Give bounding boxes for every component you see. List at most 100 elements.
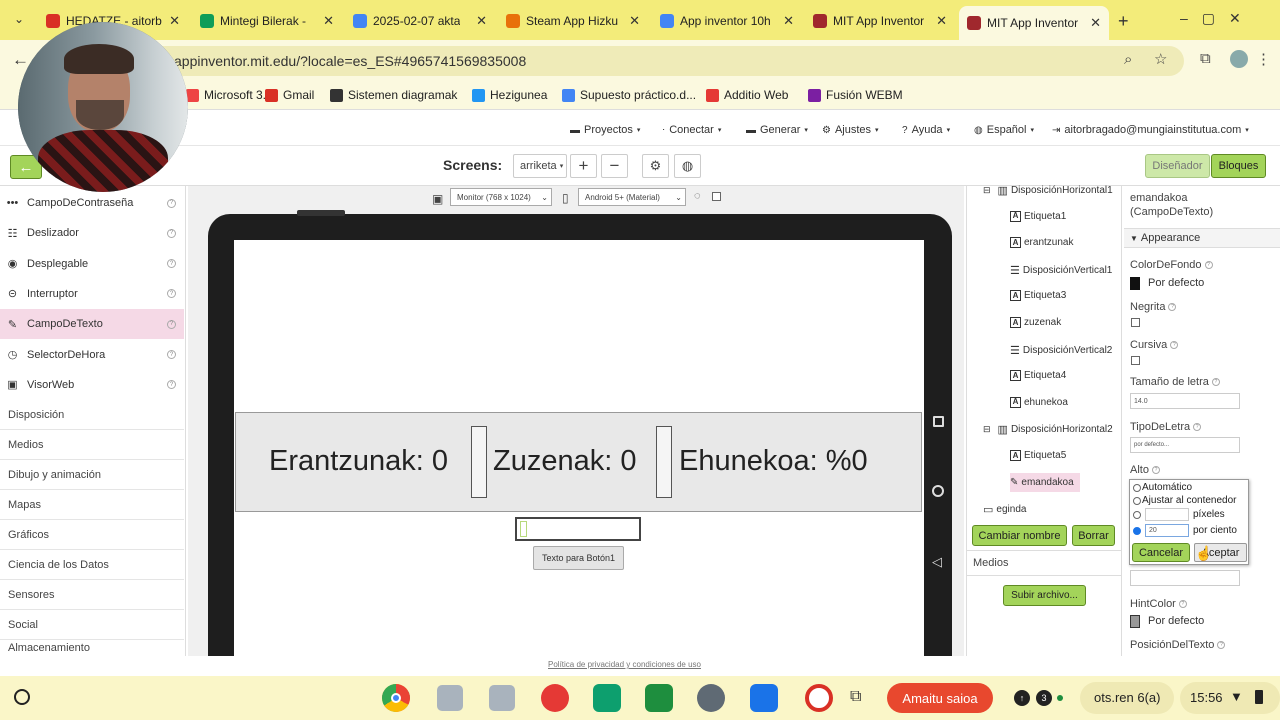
palette-category[interactable]: Medios [0,430,184,460]
menu-item[interactable]: ◍ Español ▾ [974,124,1034,136]
palette-item[interactable]: ⊝ Interruptor? [0,279,184,309]
slides-icon[interactable] [645,684,673,712]
help-icon[interactable]: ? [167,259,176,269]
bookmark-item[interactable]: Supuesto práctico.d... [562,88,696,102]
pixels-input[interactable] [1145,508,1189,521]
menu-item[interactable]: ⋅ Conectar ▾ [662,124,721,136]
close-tab-icon[interactable]: ✕ [783,13,794,29]
tree-item[interactable]: Azuzenak [1010,317,1061,328]
height-option-automatic[interactable]: Automático [1133,482,1192,493]
close-tab-icon[interactable]: ✕ [936,13,947,29]
help-icon[interactable]: ? [1217,641,1226,649]
menu-item[interactable]: ? Ayuda ▾ [902,124,950,136]
height-option-fill[interactable]: Ajustar al contenedor [1133,495,1237,506]
fontsize-input[interactable]: 14.0 [1130,393,1240,409]
bgcolor-swatch[interactable] [1130,277,1140,290]
browser-tab[interactable]: App inventor 10h ✕ [652,8,802,34]
app-window-icon[interactable] [437,685,463,711]
bookmark-item[interactable]: Hezigunea [472,88,547,102]
remove-screen-button[interactable]: − [601,154,628,178]
tree-item[interactable]: ⊟ ▥ DisposiciónHorizontal2 [983,423,1113,436]
upload-arrow-icon[interactable]: ↑ [1014,690,1030,706]
bookmark-item[interactable]: Sistemen diagramak [330,88,457,102]
menu-item[interactable]: ▬ Proyectos ▾ [570,124,640,136]
palette-app-icon[interactable] [541,684,569,712]
app-window-icon[interactable] [489,685,515,711]
bookmark-item[interactable]: Additio Web [706,88,788,102]
radio-selected[interactable] [1133,526,1141,535]
bold-checkbox[interactable] [1131,318,1140,327]
menu-kebab-icon[interactable]: ⋮ [1256,50,1271,68]
palette-category[interactable]: Almacenamiento [0,640,184,656]
show-hidden-checkbox[interactable] [712,192,721,201]
help-icon[interactable]: ? [1151,466,1160,474]
palette-item[interactable]: ◷ SelectorDeHora? [0,340,184,370]
height-option-pixels[interactable]: píxeles [1133,508,1225,521]
label-erantzunak[interactable]: Erantzunak: 0 [269,445,448,478]
help-icon[interactable]: ? [167,228,176,238]
palette-item[interactable]: ✎ CampoDeTexto? [0,309,184,340]
bookmark-item[interactable]: Fusión WEBM [808,88,903,102]
help-icon[interactable]: ? [167,380,176,390]
close-tab-icon[interactable]: ✕ [476,13,487,29]
globe-icon[interactable]: ◍ [674,154,701,178]
screen-select[interactable]: arriketa ▾ [513,154,567,178]
monitor-size-select[interactable]: Monitor (768 x 1024) ⌄ [450,188,552,206]
height-option-percent[interactable]: 20 por ciento [1133,524,1237,537]
address-bar[interactable]: appinventor.mit.edu/?locale=es_ES#496574… [150,46,1184,76]
zoom-icon[interactable]: ⌕ [1124,51,1132,68]
help-icon[interactable]: ? [1170,341,1179,349]
tree-item[interactable]: A Etiqueta4 [1010,370,1066,382]
settings-gear-icon[interactable] [697,684,725,712]
browser-tab[interactable]: 2025-02-07 akta ✕ [345,8,495,34]
cancel-button[interactable]: Cancelar [1132,543,1190,562]
label-ehunekoa[interactable]: Ehunekoa: %0 [679,445,868,478]
help-icon[interactable]: ? [167,289,176,299]
browser-tab[interactable]: MIT App Inventor ✕ [959,6,1109,40]
blocks-button[interactable]: Bloques [1211,154,1266,178]
bookmark-item[interactable]: Gmail [265,88,314,102]
menu-item[interactable]: ⇥ aitorbragado@mungiainstitutua.com ▾ [1052,124,1249,136]
android-theme-select[interactable]: Android 5+ (Material) ⌄ [578,188,686,206]
window-controls[interactable]: –▢✕ [1180,10,1255,27]
browser-tab[interactable]: Mintegi Bilerak - ✕ [192,8,342,34]
help-icon[interactable]: ? [167,350,176,359]
classroom-icon[interactable] [593,684,621,712]
help-icon[interactable]: ? [1211,378,1220,386]
tree-item[interactable]: Aehunekoa [1010,396,1068,408]
radio[interactable] [1133,483,1141,492]
screenshot-icon[interactable]: ⧉ [850,688,861,706]
appearance-section-header[interactable]: ▼ Appearance [1124,228,1280,248]
hint-input[interactable] [1130,570,1240,586]
italic-checkbox[interactable] [1131,356,1140,365]
help-icon[interactable]: ? [1178,600,1187,608]
palette-item[interactable]: ◉ Desplegable? [0,249,184,279]
extensions-icon[interactable]: ⧉ [1200,50,1211,67]
close-tab-icon[interactable]: ✕ [1090,15,1101,31]
help-icon[interactable]: ? [1204,261,1213,269]
project-properties-gear-icon[interactable]: ⚙ [642,154,669,178]
palette-item[interactable]: ☷ Deslizador? [0,218,184,248]
collapse-toggle-icon[interactable]: ⊟ [983,424,991,435]
bgcolor-value[interactable]: Por defecto [1148,277,1204,289]
launcher-icon[interactable] [14,689,30,705]
close-tab-icon[interactable]: ✕ [629,13,640,29]
screen-record-icon[interactable] [805,684,833,712]
designer-button[interactable]: Diseñador [1145,154,1210,178]
palette-category[interactable]: Sensores [0,580,184,610]
palette-item[interactable]: ▣ VisorWeb? [0,370,184,400]
palette-category[interactable]: Gráficos [0,520,184,550]
help-icon[interactable]: ? [167,198,176,208]
add-screen-button[interactable]: + [570,154,597,178]
tree-item[interactable]: A Etiqueta5 [1010,450,1066,461]
delete-button[interactable]: Borrar [1072,525,1115,546]
button-egindа[interactable]: Texto para Botón1 [533,546,624,570]
vertical-arrangement-2[interactable] [656,426,672,498]
tree-item[interactable]: ✎ emandakoa [1010,472,1080,492]
hintcolor-value[interactable]: Por defecto [1148,615,1204,627]
help-icon[interactable]: ? [167,319,176,329]
help-icon[interactable]: ? [1168,303,1177,311]
upload-file-button[interactable]: Subir archivo... [1003,585,1086,606]
radio[interactable] [1133,496,1141,505]
tree-item[interactable]: Aerantzunak [1010,237,1073,249]
